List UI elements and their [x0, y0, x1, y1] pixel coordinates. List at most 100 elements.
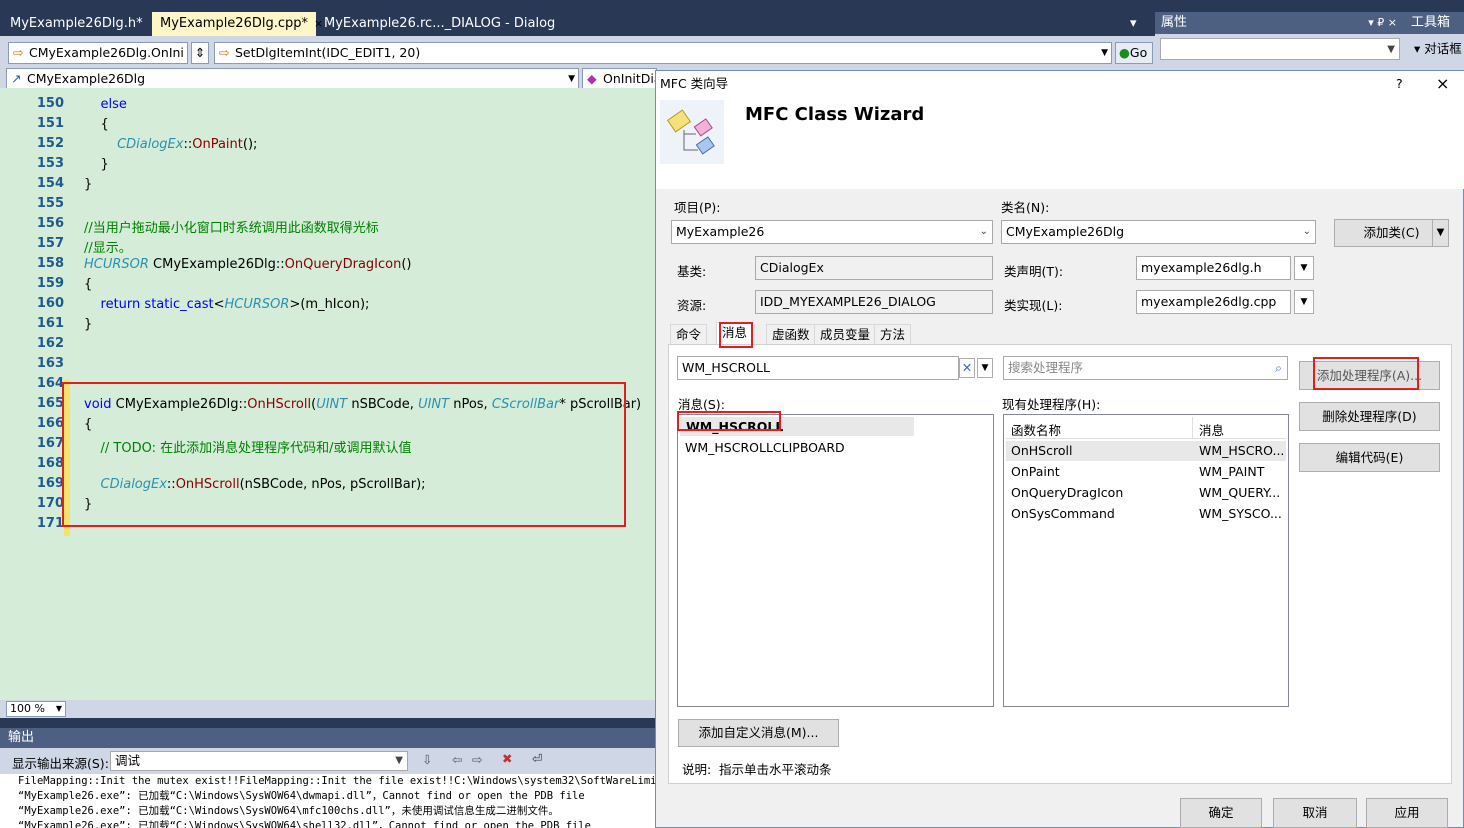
line-number: 161	[36, 316, 64, 331]
table-cell[interactable]: OnSysCommand	[1011, 506, 1115, 521]
member-combo[interactable]: ⇨ SetDlgItemInt(IDC_EDIT1, 20) ▼	[214, 42, 1112, 64]
table-cell[interactable]: OnHScroll	[1011, 443, 1072, 458]
table-cell[interactable]: OnPaint	[1011, 464, 1060, 479]
code-token: OnQueryDragIcon	[284, 257, 402, 272]
pin-icon[interactable]: ▾ ₽ ×	[1368, 12, 1397, 34]
go-label: Go	[1129, 45, 1148, 60]
ok-button[interactable]: 确定	[1180, 798, 1262, 828]
code-token: }	[84, 157, 109, 172]
message-filter-input[interactable]: WM_HSCROLL	[677, 356, 959, 380]
table-cell[interactable]: WM_HSCRO...	[1199, 443, 1284, 458]
resource-label: 资源:	[677, 298, 707, 313]
tab-member-variables[interactable]: 成员变量	[814, 324, 877, 345]
edit-code-button[interactable]: 编辑代码(E)	[1299, 443, 1440, 472]
search-icon[interactable]: ⌕	[1275, 357, 1282, 379]
tab-overflow-icon[interactable]: ▾	[1130, 12, 1137, 36]
arrow-icon: ⇨	[219, 45, 230, 60]
handler-search-placeholder: 搜索处理程序	[1008, 360, 1084, 375]
apply-button[interactable]: 应用	[1366, 798, 1448, 828]
previous-message-icon[interactable]: ⇦	[452, 752, 462, 767]
filter-dropdown-icon[interactable]: ▼	[977, 358, 993, 378]
base-class-value: CDialogEx	[760, 260, 824, 275]
code-line[interactable]: }	[84, 317, 92, 332]
declaration-dropdown-icon[interactable]: ▼	[1294, 256, 1314, 280]
table-cell[interactable]: WM_SYSCO...	[1199, 506, 1282, 521]
spin-icon[interactable]: ⇕	[191, 42, 209, 64]
tab-dlg-h[interactable]: MyExample26Dlg.h*	[2, 12, 151, 36]
zoom-value: 100 %	[10, 702, 45, 715]
declaration-label: 类声明(T):	[1004, 264, 1064, 279]
word-wrap-icon[interactable]: ⏎	[532, 751, 542, 766]
declaration-field[interactable]: myexample26dlg.h	[1136, 256, 1291, 280]
scope-combo[interactable]: ⇨ CMyExample26Dlg.OnIni	[8, 42, 188, 64]
next-message-icon[interactable]: ⇨	[472, 752, 482, 767]
code-line[interactable]: {	[84, 277, 92, 292]
chevron-down-icon[interactable]: ▼	[1432, 220, 1448, 246]
list-item[interactable]: WM_HSCROLLCLIPBOARD	[685, 440, 845, 455]
add-custom-message-button[interactable]: 添加自定义消息(M)...	[678, 719, 839, 747]
cancel-button[interactable]: 取消	[1273, 798, 1357, 828]
column-header-message[interactable]: 消息	[1199, 420, 1224, 439]
chevron-down-icon: ▼	[1387, 44, 1395, 55]
highlight-box-messages-tab	[719, 322, 753, 348]
code-line[interactable]: else	[84, 97, 127, 112]
clear-filter-icon[interactable]: ✕	[959, 358, 975, 378]
output-toolbar: 显示输出来源(S): 调试 ▼ ⇩ ⇦ ⇨ ✖ ⏎	[0, 748, 655, 774]
code-line[interactable]: //当用户拖动最小化窗口时系统调用此函数取得光标	[84, 217, 379, 236]
help-icon[interactable]: ?	[1396, 71, 1403, 97]
find-message-icon[interactable]: ⇩	[422, 752, 432, 767]
clear-all-icon[interactable]: ✖	[502, 751, 512, 766]
tab-dlg-cpp[interactable]: MyExample26Dlg.cpp* ×	[152, 12, 323, 36]
code-line[interactable]: }	[84, 177, 92, 192]
cancel-label: 取消	[1302, 805, 1328, 820]
output-source-combo[interactable]: 调试 ▼	[110, 751, 408, 771]
class-icon: ↗	[11, 71, 22, 86]
implementation-field[interactable]: myexample26dlg.cpp	[1136, 290, 1291, 314]
output-line: “MyExample26.exe”: 已加载“C:\Windows\SysWOW…	[18, 805, 559, 817]
code-line[interactable]: HCURSOR CMyExample26Dlg::OnQueryDragIcon…	[84, 257, 412, 272]
tab-virtual-functions[interactable]: 虚函数	[766, 324, 816, 345]
output-line: “MyExample26.exe”: 已加载“C:\Windows\SysWOW…	[18, 790, 585, 802]
messages-list[interactable]	[677, 414, 994, 707]
code-token: return	[100, 297, 141, 312]
close-icon[interactable]: ×	[1436, 71, 1449, 97]
code-token: }	[84, 317, 93, 332]
code-line[interactable]: {	[84, 117, 109, 132]
code-line[interactable]: CDialogEx::OnPaint();	[84, 137, 257, 152]
add-class-button[interactable]: 添加类(C) ▼	[1334, 219, 1449, 247]
classname-combo[interactable]: CMyExample26Dlg ⌄	[1001, 220, 1316, 244]
code-line[interactable]: return static_cast<HCURSOR>(m_hIcon);	[84, 297, 370, 312]
code-line[interactable]: }	[84, 157, 109, 172]
project-combo[interactable]: MyExample26 ⌄	[671, 220, 993, 244]
handler-search-input[interactable]: 搜索处理程序 ⌕	[1003, 356, 1288, 380]
table-cell[interactable]: WM_QUERY...	[1199, 485, 1280, 500]
tab-rc-dialog[interactable]: MyExample26.rc..._DIALOG - Dialog	[316, 12, 563, 36]
chevron-down-icon: ⌄	[1302, 226, 1311, 237]
tab-label: 虚函数	[772, 327, 810, 342]
classname-value: CMyExample26Dlg	[1006, 224, 1125, 239]
project-label: 项目(P):	[674, 200, 721, 215]
output-panel-header: 输出	[0, 728, 655, 748]
line-number: 155	[36, 196, 64, 211]
delete-handler-button[interactable]: 删除处理程序(D)	[1299, 402, 1440, 431]
implementation-dropdown-icon[interactable]: ▼	[1294, 290, 1314, 314]
method-combo[interactable]: ◆ OnInitDia	[582, 68, 657, 90]
go-button[interactable]: ●Go	[1115, 42, 1153, 64]
table-cell[interactable]: WM_PAINT	[1199, 464, 1264, 479]
wizard-heading: MFC Class Wizard	[745, 104, 925, 125]
line-number: 162	[36, 336, 64, 351]
class-combo[interactable]: ↗ CMyExample26Dlg ▼	[6, 68, 579, 90]
zoom-combo[interactable]: 100 % ▼	[6, 701, 66, 717]
method-value: OnInitDia	[603, 71, 657, 86]
table-cell[interactable]: OnQueryDragIcon	[1011, 485, 1123, 500]
edit-code-label: 编辑代码(E)	[1335, 450, 1404, 465]
code-line[interactable]: //显示。	[84, 237, 132, 256]
tab-label: MyExample26Dlg.cpp*	[160, 16, 309, 31]
column-header-function[interactable]: 函数名称	[1011, 420, 1061, 439]
line-number: 164	[36, 376, 64, 391]
tab-commands[interactable]: 命令	[670, 324, 708, 345]
toolbox-group-dialog[interactable]: ▾ 对话框	[1414, 38, 1462, 57]
properties-object-combo[interactable]: ▼	[1160, 38, 1400, 60]
code-token: {	[84, 117, 109, 132]
tab-methods[interactable]: 方法	[874, 324, 912, 345]
